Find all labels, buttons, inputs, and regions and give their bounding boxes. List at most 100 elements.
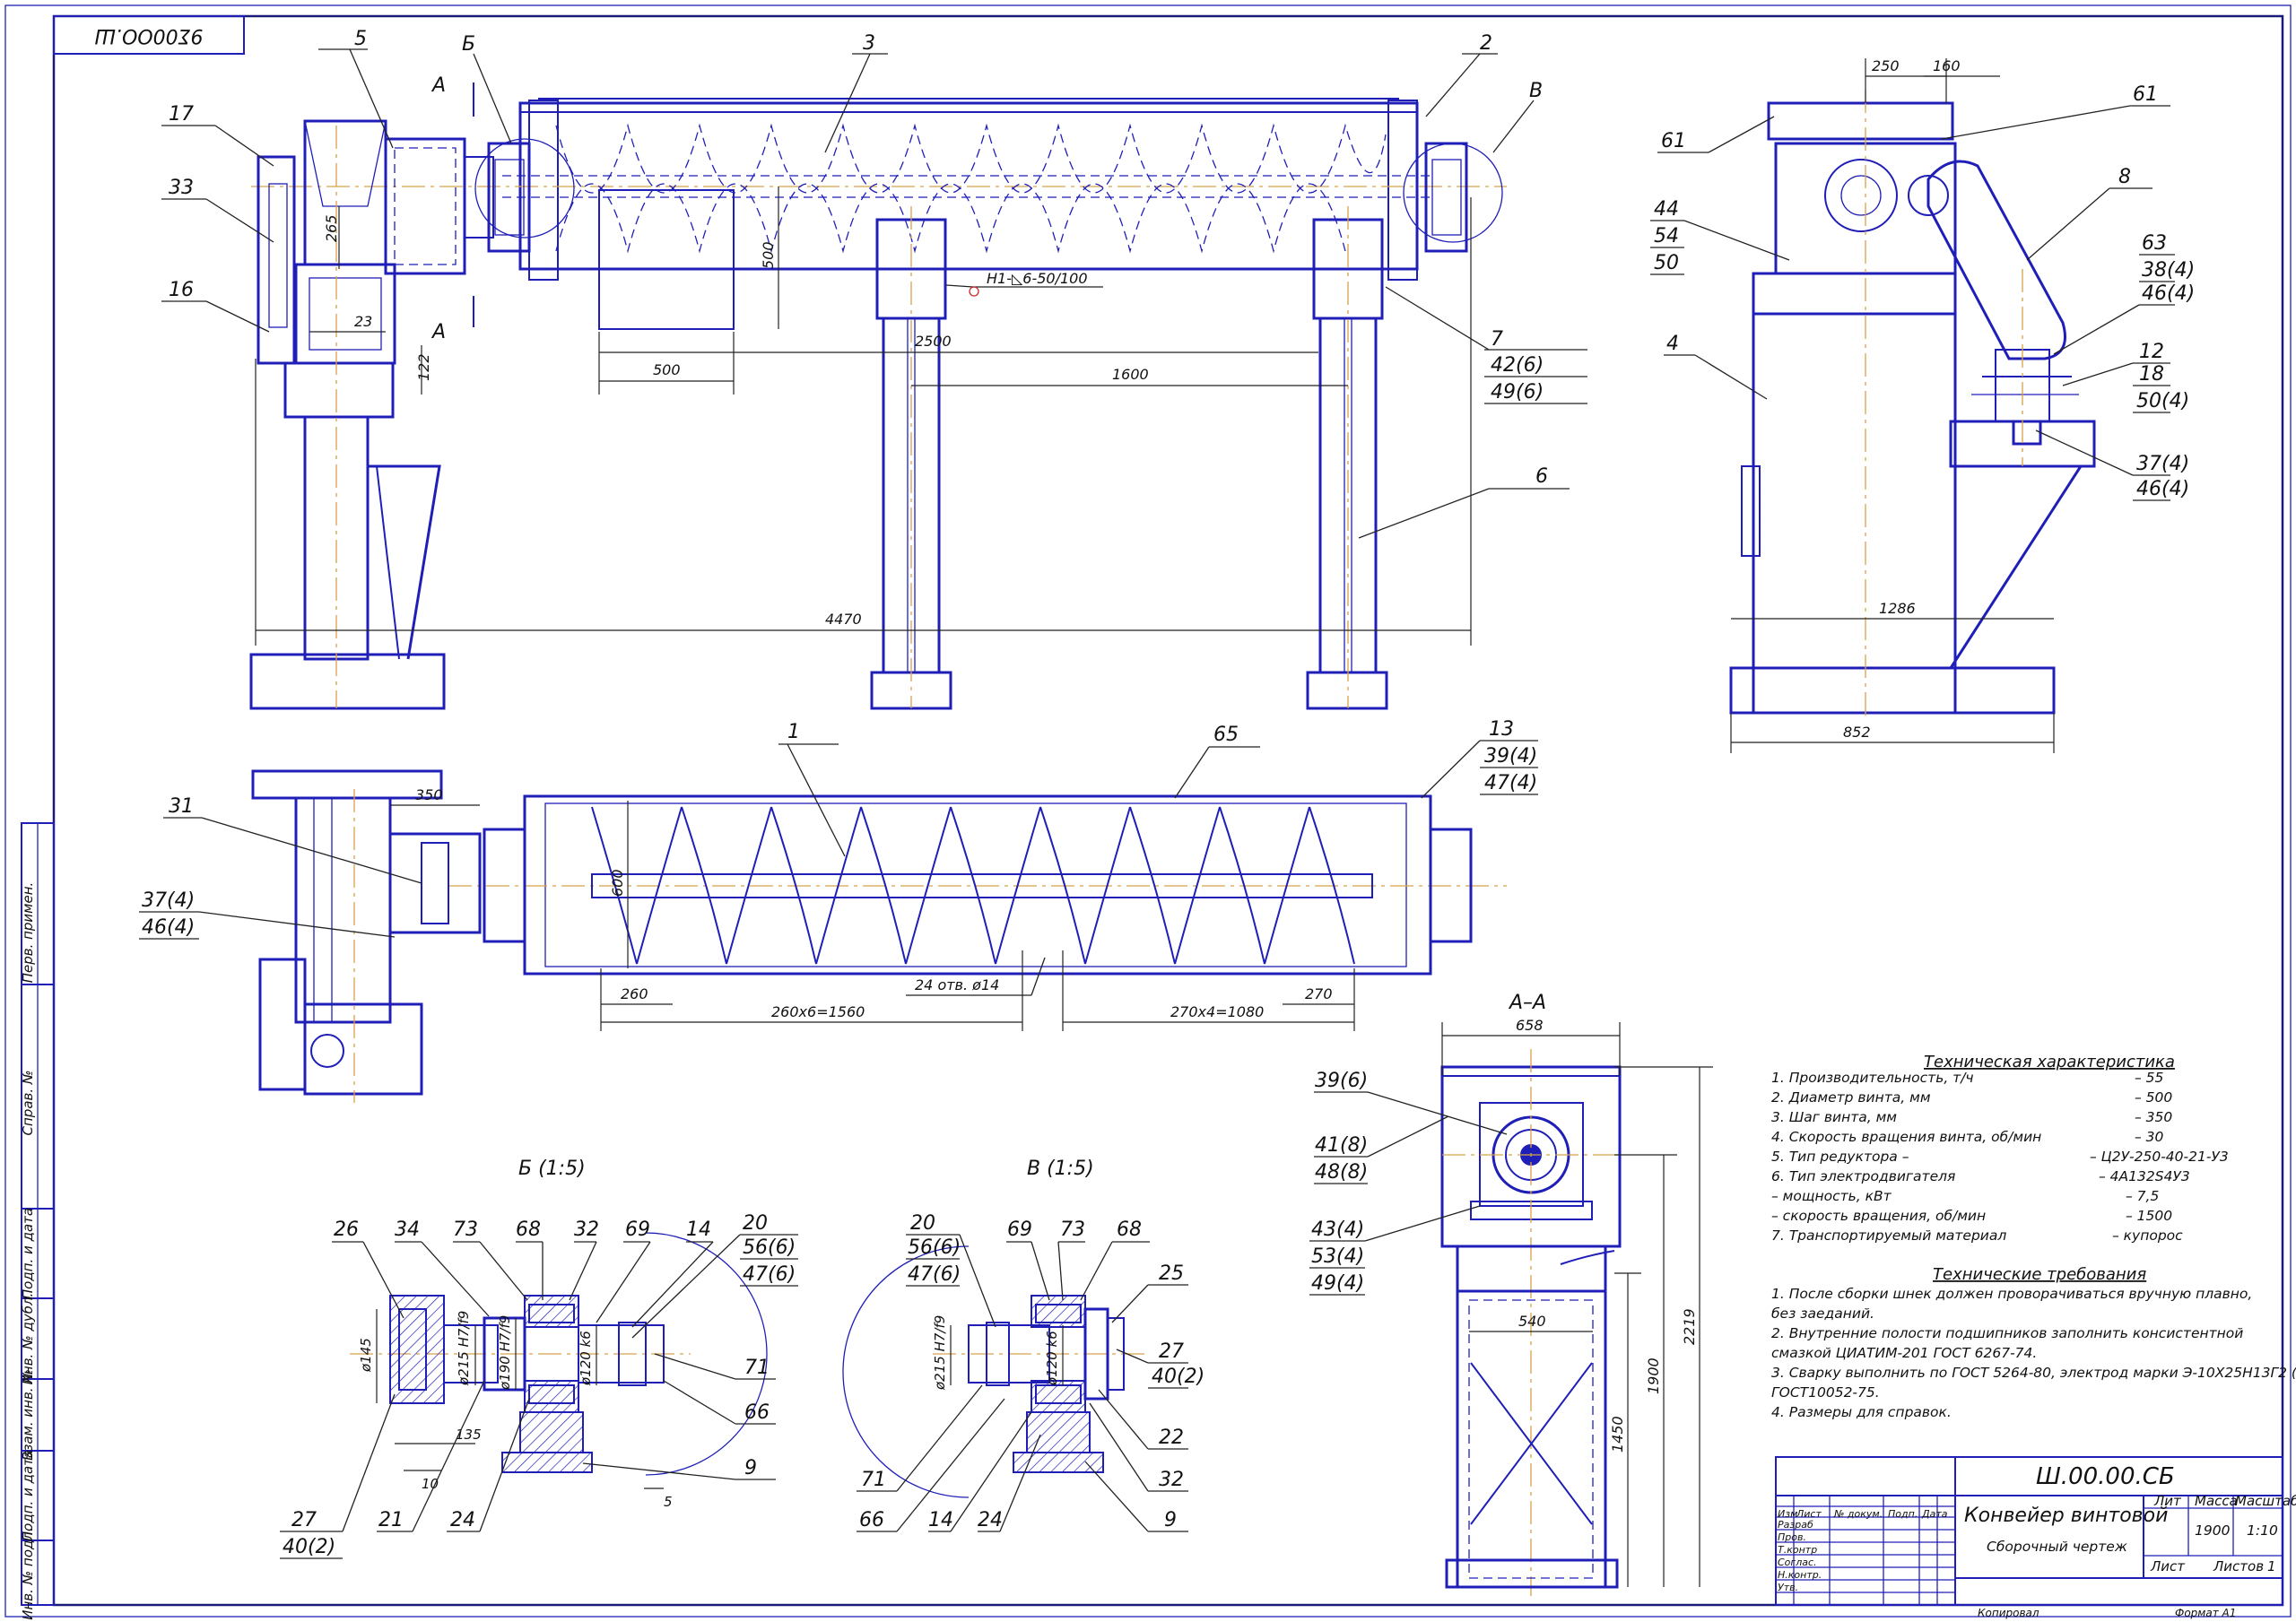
dim-1600: 1600 [1112,366,1149,383]
tech-char-label-2: 2. Диаметр винта, мм [1771,1089,1931,1106]
side-callout-50-4: 50(4) [2136,390,2189,412]
tb-header-list: Лист [2150,1558,2186,1574]
dim-1900: 1900 [1645,1357,1662,1394]
dim-2219: 2219 [1681,1308,1698,1345]
aa-callout-39-6: 39(6) [1315,1070,1368,1092]
v-callout-40-2: 40(2) [1152,1366,1205,1388]
side-view-leaders [1650,105,2175,501]
side-callout-18: 18 [2139,363,2164,386]
tb-role-2: Пров. [1778,1531,1806,1543]
side-stamp-5: Взам. инв. № [20,1369,36,1461]
detail-v [842,1245,1148,1498]
view-letter-a-top: А [430,74,446,97]
tech-req-7: 4. Размеры для справок. [1771,1404,1952,1420]
dim-500-outlet: 500 [653,361,681,378]
tech-req-title: Технические требования [1933,1265,2146,1284]
dim-250: 250 [1872,57,1900,74]
b-callout-14: 14 [686,1219,711,1241]
view-letter-b: Б [462,33,475,56]
tech-char-label-1: 1. Производительность, т/ч [1771,1070,1974,1086]
side-callout-38-4: 38(4) [2142,259,2195,282]
plan-view [251,769,1507,1103]
callout-49-6: 49(6) [1491,381,1544,403]
tb-header-lit: Лит [2153,1493,2182,1509]
copied-label: Копировал [1978,1607,2039,1619]
dim-1286: 1286 [1879,600,1916,617]
b-callout-69: 69 [625,1219,650,1241]
weld-note: Н1-◺6-50/100 [987,270,1088,287]
dim-v-120: ø120 k6 [1044,1331,1060,1386]
side-view [1729,90,2096,717]
side-callout-4: 4 [1666,333,1679,355]
side-callout-46-4a: 46(4) [2142,282,2195,305]
side-callout-44: 44 [1654,198,1679,221]
front-view-dimensions [255,186,1472,646]
dim-852: 852 [1843,724,1871,741]
dim-122: 122 [415,353,432,381]
dim-270x4: 270x4=1080 [1170,1003,1264,1020]
detail-v-title: В (1:5) [1027,1158,1094,1180]
v-callout-25: 25 [1159,1262,1184,1285]
tech-req-3: 2. Внутренние полости подшипников заполн… [1771,1325,2243,1341]
tb-col-sign: Подп. [1888,1508,1918,1520]
callout-3: 3 [863,32,875,55]
dim-23: 23 [354,313,372,330]
v-callout-27: 27 [1159,1340,1184,1363]
tech-requirements: Технические требования 1. После сборки ш… [1771,1265,2296,1420]
side-callout-12: 12 [2139,341,2164,363]
callout-33: 33 [169,177,194,199]
tb-header-scale: Масштаб [2235,1493,2296,1509]
dim-260: 260 [621,985,648,1002]
v-callout-32: 32 [1159,1469,1184,1491]
v-callout-71: 71 [861,1469,886,1491]
aa-callout-53-4: 53(4) [1311,1245,1364,1268]
b-callout-68: 68 [516,1219,541,1241]
side-callout-63: 63 [2142,232,2167,255]
tech-char-value-7: – 7,5 [2126,1188,2159,1204]
side-callout-8: 8 [2118,166,2131,188]
tb-scale: 1:10 [2247,1522,2278,1539]
callout-17: 17 [169,103,194,126]
drawing-code: Ш.00.00.СБ [2036,1463,2175,1490]
tb-role-4: Соглас. [1778,1557,1817,1568]
dim-658: 658 [1516,1017,1544,1034]
tb-role-6: Утв. [1778,1582,1798,1593]
side-callout-61-right: 61 [2133,83,2158,106]
dim-v-215: ø215 H7/f9 [932,1315,948,1391]
dim-b-145: ø145 [358,1338,374,1373]
b-callout-24: 24 [450,1509,475,1531]
dim-b-10: 10 [422,1476,439,1492]
v-callout-69: 69 [1007,1219,1032,1241]
tech-char-value-4: – 30 [2135,1129,2164,1145]
tech-char-value-5: – Ц2У-250-40-21-У3 [2090,1149,2229,1165]
view-letter-a-bottom: А [430,321,446,343]
drawing-title: Конвейер винтовой [1964,1505,2168,1527]
callout-5: 5 [354,28,367,50]
aa-callout-41-8: 41(8) [1315,1134,1368,1157]
tech-char-value-9: – купорос [2112,1227,2183,1244]
tb-col-doc: № докум. [1833,1508,1883,1520]
tb-role-3: Т.контр [1778,1544,1817,1556]
aa-callout-43-4: 43(4) [1311,1219,1364,1241]
tech-characteristics: Техническая характеристика 1. Производит… [1771,1053,2229,1244]
aa-callout-49-4: 49(4) [1311,1272,1364,1295]
view-letter-v: В [1529,80,1543,102]
plan-callout-39-4: 39(4) [1484,745,1537,768]
dim-24-holes: 24 отв. ø14 [915,976,999,993]
b-callout-27: 27 [291,1509,317,1531]
v-callout-24: 24 [978,1509,1003,1531]
dim-b-120: ø120 k6 [578,1331,594,1386]
tech-req-2: без заеданий. [1771,1305,1874,1322]
aa-callout-48-8: 48(8) [1315,1161,1368,1184]
tech-req-5: 3. Сварку выполнить по ГОСТ 5264-80, эле… [1771,1365,2296,1381]
b-callout-56-6: 56(6) [743,1236,796,1259]
v-callout-56-6: 56(6) [908,1236,961,1259]
tech-req-4: смазкой ЦИАТИМ-201 ГОСТ 6267-74. [1771,1345,2037,1361]
tech-char-label-9: 7. Транспортируемый материал [1771,1227,2006,1244]
tech-char-value-2: – 500 [2135,1089,2172,1106]
tech-char-title: Техническая характеристика [1924,1053,2175,1071]
side-stamp-3: Подп. и дата [20,1208,36,1299]
front-view [249,82,1507,710]
dim-b-5: 5 [664,1494,673,1510]
plan-callout-47-4: 47(4) [1484,772,1537,794]
